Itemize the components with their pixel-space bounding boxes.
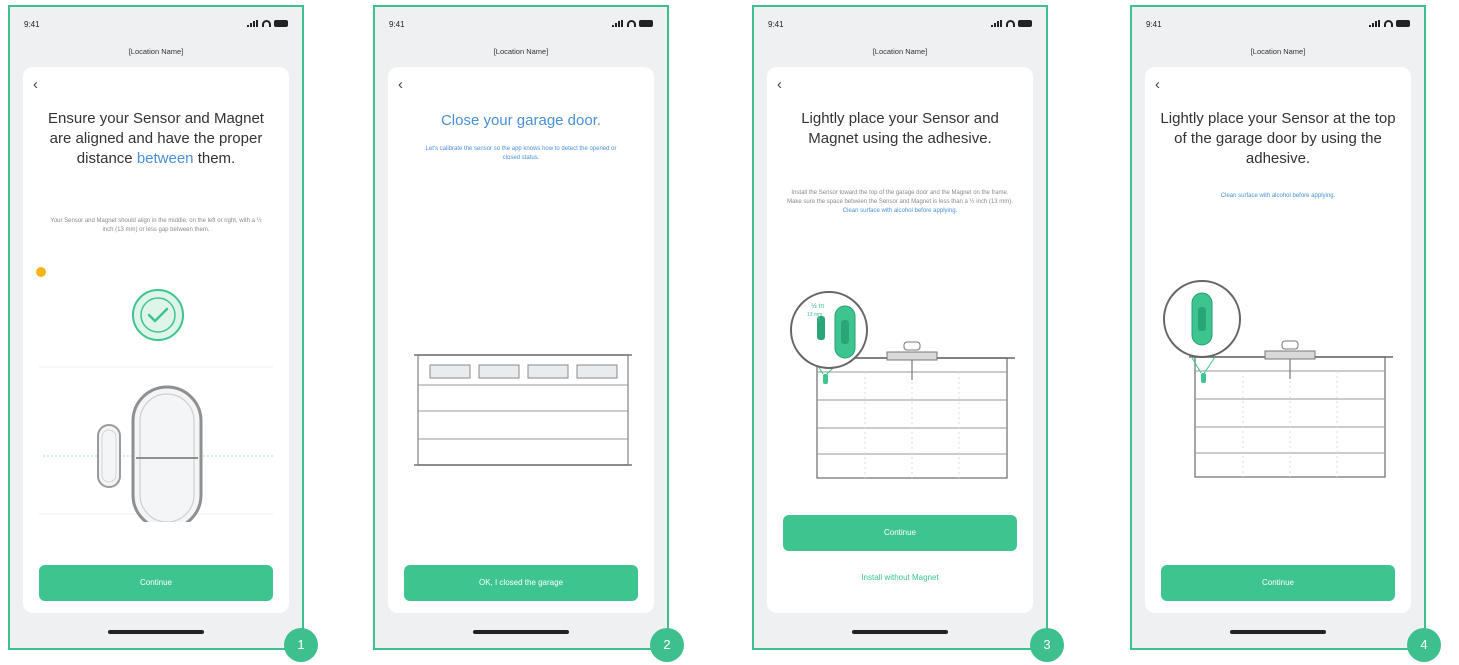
signal-icon [991, 20, 1003, 27]
back-chevron-icon[interactable]: ‹ [1155, 77, 1160, 92]
phone-screen-2: 9:41 [Location Name] ‹ Close your garage… [373, 5, 669, 650]
continue-button[interactable]: Continue [783, 515, 1017, 551]
location-name: [Location Name] [128, 47, 184, 56]
battery-icon [639, 20, 653, 27]
step-badge: 4 [1407, 628, 1441, 662]
content-card: ‹ Lightly place your Sensor at the top o… [1145, 67, 1411, 613]
battery-icon [1018, 20, 1032, 27]
closed-garage-button[interactable]: OK, I closed the garage [404, 565, 638, 601]
magnify-label-top: ½ in [811, 302, 824, 310]
battery-icon [274, 20, 288, 27]
clean-surface-link[interactable]: Clean surface with alcohol before applyi… [843, 208, 957, 214]
step-badge: 2 [650, 628, 684, 662]
status-time: 9:41 [1146, 20, 1162, 29]
continue-button[interactable]: Continue [1161, 565, 1395, 601]
step-badge: 3 [1030, 628, 1064, 662]
status-time: 9:41 [768, 20, 784, 29]
description: Install the Sensor toward the top of the… [787, 190, 1013, 214]
content-card: ‹ Ensure your Sensor and Magnet are alig… [23, 67, 289, 613]
description: Clean surface with alcohol before applyi… [1220, 193, 1336, 199]
location-name: [Location Name] [493, 47, 549, 56]
sensor-placement-illustration [1163, 280, 1393, 478]
battery-icon [1396, 20, 1410, 27]
description: Let's calibrate the sensor so the app kn… [425, 146, 617, 161]
phone-screen-1: 9:41 [Location Name] ‹ Ensure your Senso… [8, 5, 304, 650]
location-name: [Location Name] [872, 47, 928, 56]
step-badge: 1 [284, 628, 318, 662]
wifi-icon [262, 20, 271, 27]
install-without-magnet-link[interactable]: Install without Magnet [783, 573, 1017, 582]
status-bar: 9:41 [1146, 20, 1410, 34]
page-title: Lightly place your Sensor at the top of … [1160, 110, 1396, 167]
signal-icon [612, 20, 624, 27]
content-card: ‹ Close your garage door. Let's calibrat… [388, 67, 654, 613]
garage-door-illustration [414, 354, 632, 466]
magnify-circle [790, 291, 868, 369]
wifi-icon [1006, 20, 1015, 27]
alignment-illustration [39, 289, 273, 522]
page-title: Close your garage door. [440, 112, 602, 129]
signal-icon [247, 20, 259, 27]
home-indicator [1230, 630, 1326, 634]
description: Your Sensor and Magnet should align in t… [50, 218, 262, 233]
status-bar: 9:41 [389, 20, 653, 34]
magnify-label-bottom: 13 mm [807, 312, 822, 318]
status-bar: 9:41 [24, 20, 288, 34]
back-chevron-icon[interactable]: ‹ [777, 77, 782, 92]
continue-button[interactable]: Continue [39, 565, 273, 601]
phone-screen-4: 9:41 [Location Name] ‹ Lightly place you… [1130, 5, 1426, 650]
status-time: 9:41 [389, 20, 405, 29]
status-time: 9:41 [24, 20, 40, 29]
signal-icon [1369, 20, 1381, 27]
phone-screen-3: 9:41 [Location Name] ‹ Lightly place you… [752, 5, 1048, 650]
back-chevron-icon[interactable]: ‹ [398, 77, 403, 92]
back-chevron-icon[interactable]: ‹ [33, 77, 38, 92]
content-card: ‹ Lightly place your Sensor and Magnet u… [767, 67, 1033, 613]
title-highlight: between [136, 150, 194, 167]
wifi-icon [1384, 20, 1393, 27]
home-indicator [473, 630, 569, 634]
wifi-icon [627, 20, 636, 27]
location-name: [Location Name] [1250, 47, 1306, 56]
magnet-shape [97, 424, 121, 488]
status-bar: 9:41 [768, 20, 1032, 34]
sensor-placement-illustration: ½ in 13 mm [790, 291, 1015, 479]
warning-dot-icon [36, 267, 46, 277]
home-indicator [852, 630, 948, 634]
page-title: Lightly place your Sensor and Magnet usi… [801, 110, 999, 147]
home-indicator [108, 630, 204, 634]
page-title: Ensure your Sensor and Magnet are aligne… [48, 110, 264, 167]
